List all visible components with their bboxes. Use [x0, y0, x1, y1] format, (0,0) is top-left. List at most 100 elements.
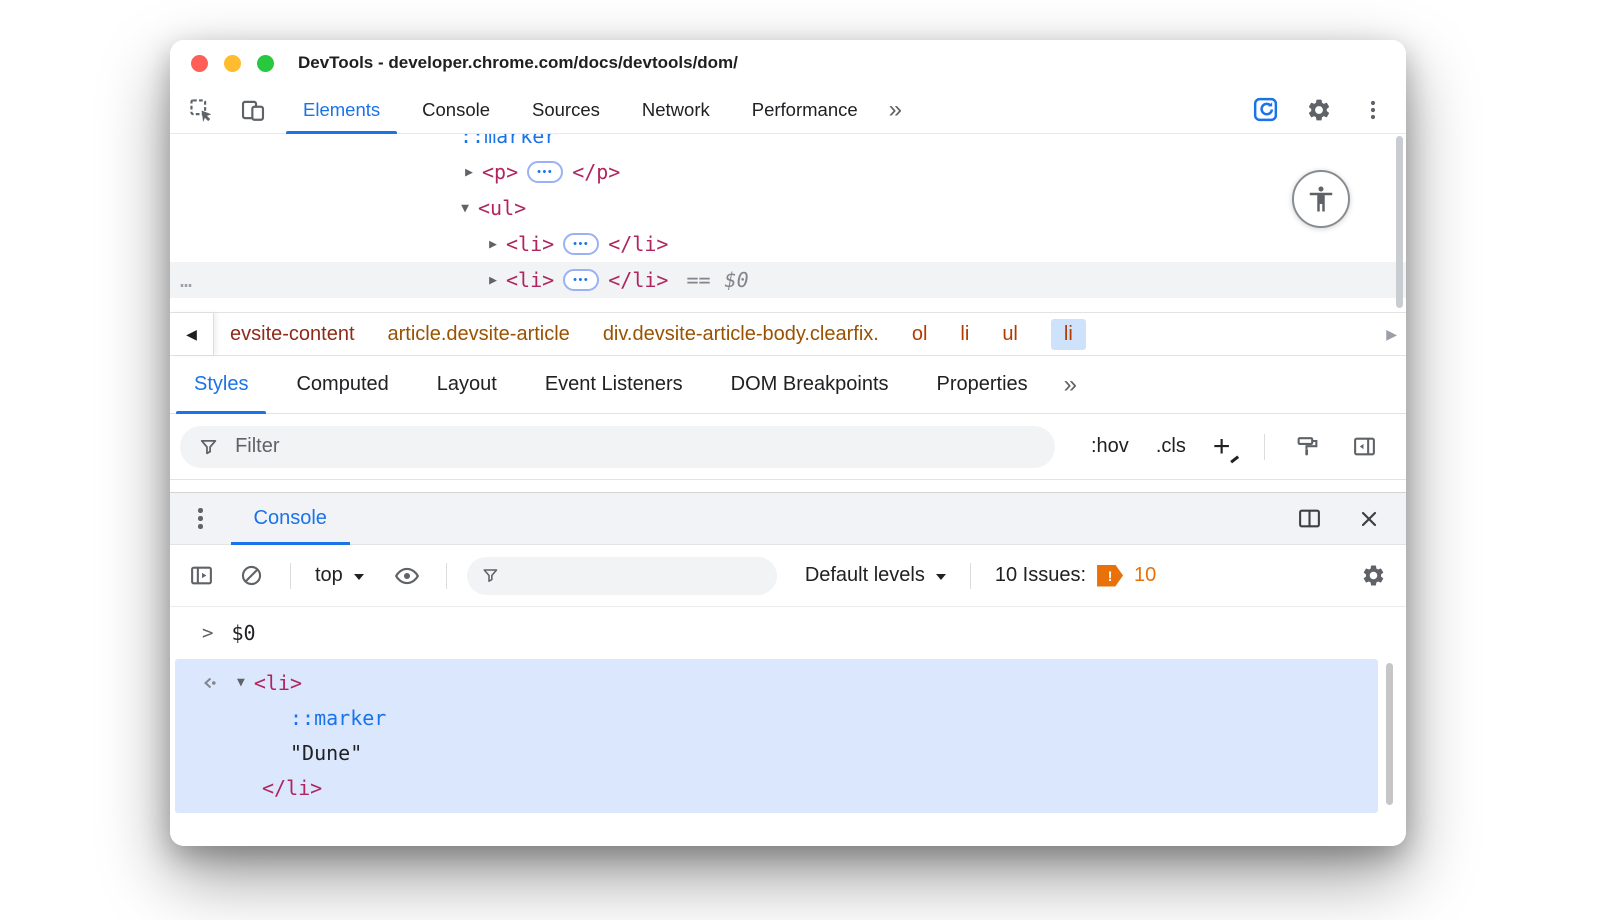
console-drawer-header: Console [170, 492, 1406, 545]
result-child-row[interactable]: ::marker [175, 700, 1378, 735]
device-toolbar-icon[interactable] [238, 95, 268, 125]
expand-arrow-icon[interactable]: ▶ [480, 273, 506, 288]
tab-elements[interactable]: Elements [282, 86, 401, 133]
toggle-sidebar-icon[interactable] [1349, 432, 1379, 462]
dom-tree-row-li-1[interactable]: ▶ <li> ••• </li> [170, 226, 1406, 262]
close-drawer-icon[interactable] [1354, 504, 1384, 534]
inline-expand-button[interactable]: ••• [563, 233, 599, 255]
tab-event-listeners[interactable]: Event Listeners [521, 356, 707, 413]
breadcrumb-item[interactable]: evsite-content [230, 323, 355, 346]
tag-open: <li> [506, 232, 554, 256]
minimize-window-button[interactable] [224, 55, 241, 72]
tab-sources[interactable]: Sources [511, 86, 621, 133]
inline-expand-button[interactable]: ••• [527, 161, 563, 183]
paint-roller-icon[interactable] [1292, 432, 1322, 462]
accessibility-overlay-button[interactable] [1292, 170, 1350, 228]
breadcrumb-scroll-right-icon[interactable]: ▶ [1386, 326, 1397, 343]
filter-funnel-icon [481, 565, 500, 586]
close-window-button[interactable] [191, 55, 208, 72]
scrollbar-thumb[interactable] [1386, 663, 1393, 805]
tab-properties[interactable]: Properties [913, 356, 1052, 413]
dom-tree-row-li-selected[interactable]: … ▶ <li> ••• </li> == $0 [170, 262, 1406, 298]
result-node-row[interactable]: ▼ <li> [175, 665, 1378, 700]
collapse-arrow-icon[interactable]: ▼ [452, 201, 478, 216]
issues-label: 10 Issues: [995, 564, 1086, 587]
tab-computed[interactable]: Computed [272, 356, 412, 413]
gutter-overflow-dots: … [180, 268, 192, 292]
console-result-block[interactable]: ▼ <li> ::marker "Dune" </li> [175, 659, 1378, 813]
issues-counter[interactable]: 10 Issues: ! 10 [995, 564, 1156, 587]
traffic-lights [170, 55, 274, 72]
tab-console-drawer[interactable]: Console [227, 493, 354, 544]
console-sidebar-icon[interactable] [186, 561, 216, 591]
command-text: $0 [231, 621, 255, 645]
new-style-rule-button[interactable]: + [1213, 432, 1238, 462]
breadcrumb-bar: ◀ evsite-content article.devsite-article… [170, 312, 1406, 356]
levels-dropdown-value: Default levels [805, 564, 925, 587]
kebab-menu-icon[interactable] [1358, 95, 1388, 125]
tag-close: </li> [608, 232, 668, 256]
more-panels-icon[interactable]: » [879, 86, 912, 133]
live-expression-eye-icon[interactable] [392, 561, 422, 591]
console-filter-field[interactable] [467, 557, 777, 595]
dom-tree-row-marker[interactable]: ::marker [170, 134, 1406, 154]
tag-open: <ul> [478, 196, 526, 220]
chevron-down-icon [936, 574, 946, 580]
result-arrow-icon [197, 671, 221, 695]
tab-performance[interactable]: Performance [731, 86, 879, 133]
divider [1264, 434, 1265, 460]
tab-console[interactable]: Console [401, 86, 511, 133]
tag-close: </li> [262, 776, 322, 800]
split-panel-icon[interactable] [1294, 504, 1324, 534]
breadcrumb-item[interactable]: article.devsite-article [388, 323, 570, 346]
result-child-row[interactable]: "Dune" [175, 735, 1378, 770]
context-selector-dropdown[interactable]: top [315, 564, 364, 587]
drawer-gap [170, 480, 1406, 492]
dom-tree-row-p[interactable]: ▶ <p> ••• </p> [170, 154, 1406, 190]
titlebar: DevTools - developer.chrome.com/docs/dev… [170, 40, 1406, 86]
toggle-element-state-button[interactable]: :hov [1091, 435, 1129, 458]
element-classes-button[interactable]: .cls [1156, 435, 1186, 458]
expand-arrow-icon[interactable]: ▶ [456, 165, 482, 180]
breadcrumb-item-selected[interactable]: li [1051, 319, 1086, 350]
inspect-element-icon[interactable] [186, 95, 216, 125]
inline-expand-button[interactable]: ••• [563, 269, 599, 291]
tag-open: <li> [254, 671, 302, 695]
tab-network[interactable]: Network [621, 86, 731, 133]
console-filter-input[interactable] [510, 564, 763, 588]
console-command-row[interactable]: > $0 [170, 613, 1406, 653]
tab-dom-breakpoints[interactable]: DOM Breakpoints [707, 356, 913, 413]
levels-dropdown[interactable]: Default levels [805, 564, 946, 587]
clear-console-icon[interactable] [236, 561, 266, 591]
divider [446, 563, 447, 589]
breadcrumb-scroll-left-icon[interactable]: ◀ [170, 313, 214, 355]
styles-filter-input[interactable] [233, 434, 1037, 459]
marker-pseudo-node[interactable]: ::marker [460, 134, 556, 148]
equals-sign: == [686, 268, 710, 292]
window-title: DevTools - developer.chrome.com/docs/dev… [298, 53, 738, 73]
breadcrumb-item[interactable]: div.devsite-article-body.clearfix. [603, 323, 879, 346]
console-messages: > $0 ▼ <li> ::marker "Dune" </li> [170, 607, 1406, 846]
styles-filter-field[interactable] [180, 426, 1055, 468]
expand-arrow-icon[interactable]: ▶ [480, 237, 506, 252]
styles-filter-toolbar: :hov .cls + [170, 414, 1406, 480]
result-close-row[interactable]: </li> [175, 770, 1378, 805]
console-settings-gear-icon[interactable] [1358, 561, 1388, 591]
more-tabs-icon[interactable]: » [1052, 356, 1089, 413]
tab-layout[interactable]: Layout [413, 356, 521, 413]
scrollbar-thumb[interactable] [1396, 136, 1403, 308]
breadcrumb-item[interactable]: li [960, 323, 969, 346]
breadcrumb-item[interactable]: ul [1002, 323, 1018, 346]
settings-gear-icon[interactable] [1304, 95, 1334, 125]
chevron-down-icon [354, 574, 364, 580]
drawer-menu-icon[interactable] [188, 508, 213, 529]
tab-styles[interactable]: Styles [170, 356, 272, 413]
breadcrumb-item[interactable]: ol [912, 323, 928, 346]
collapse-arrow-icon[interactable]: ▼ [237, 675, 245, 690]
breadcrumb: evsite-content article.devsite-article d… [230, 319, 1146, 350]
dom-tree-row-ul[interactable]: ▼ <ul> [170, 190, 1406, 226]
reload-devtools-icon[interactable] [1250, 95, 1280, 125]
tag-open: <p> [482, 160, 518, 184]
devtools-window: DevTools - developer.chrome.com/docs/dev… [170, 40, 1406, 846]
zoom-window-button[interactable] [257, 55, 274, 72]
